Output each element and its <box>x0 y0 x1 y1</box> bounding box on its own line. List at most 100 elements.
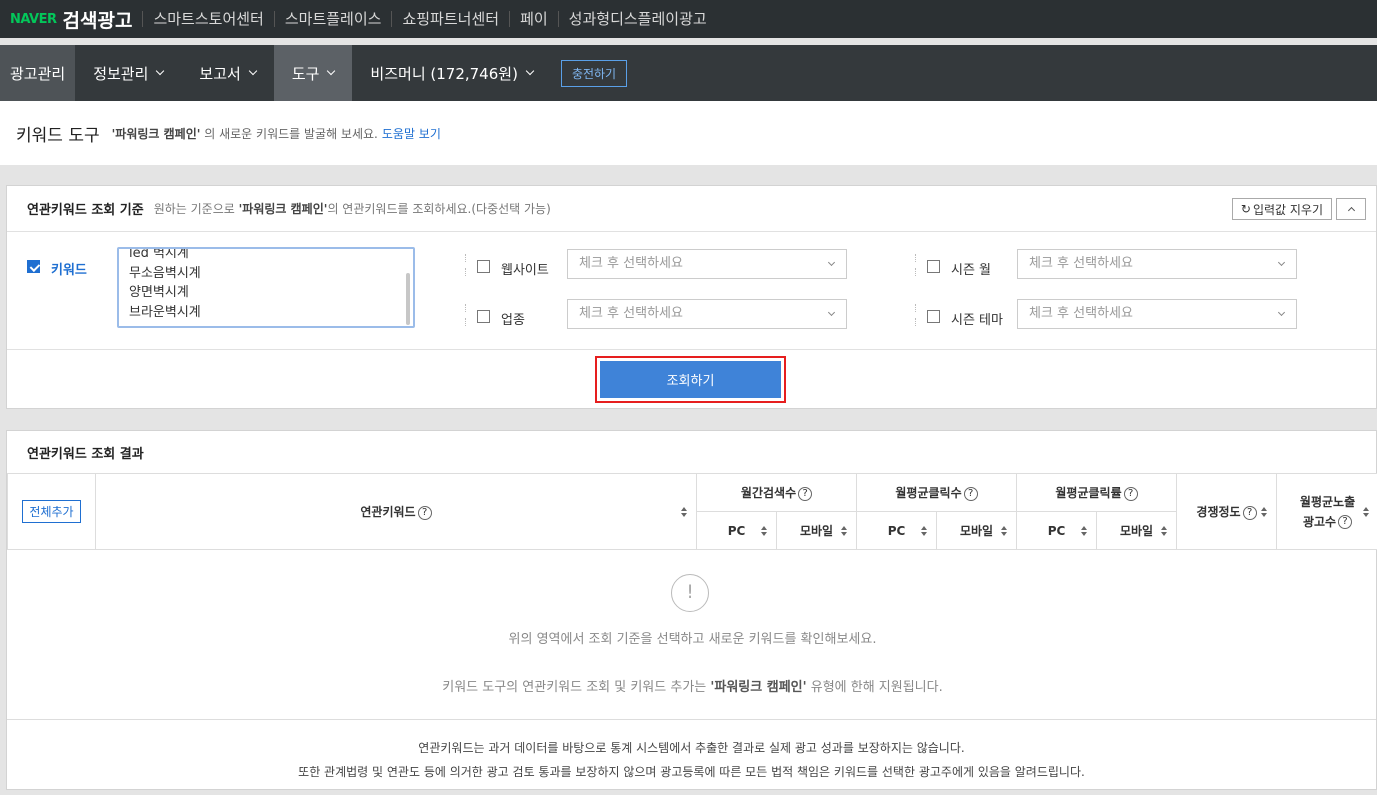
sort-icon[interactable] <box>1261 506 1268 517</box>
col-clicks-mobile[interactable]: 모바일 <box>936 511 1018 550</box>
sort-icon[interactable] <box>761 525 768 536</box>
divider <box>915 318 916 326</box>
help-icon[interactable]: ? <box>798 486 813 501</box>
searchad-title[interactable]: 검색광고 <box>63 6 133 33</box>
refresh-icon: ↻ <box>1240 202 1251 216</box>
empty-message: 위의 영역에서 조회 기준을 선택하고 새로운 키워드를 확인해보세요. <box>508 632 877 647</box>
results-title: 연관키워드 조회 결과 <box>27 446 144 462</box>
collapse-button[interactable] <box>1336 198 1366 220</box>
season-theme-label: 시즌 테마 <box>951 313 1003 328</box>
add-all-cell: 전체추가 <box>7 473 96 550</box>
criteria-fields: 키워드 led 벽시계 무소음벽시계 양면벽시계 브라운벽시계 웹사이트 체크 … <box>7 232 1376 350</box>
exclamation-icon: ! <box>671 574 709 612</box>
results-header: 연관키워드 조회 결과 <box>7 431 1376 473</box>
reset-input-button[interactable]: ↻ 입력값 지우기 <box>1231 198 1332 220</box>
industry-checkbox[interactable] <box>477 310 490 323</box>
website-select[interactable]: 체크 후 선택하세요 <box>567 249 847 279</box>
season-theme-select[interactable]: 체크 후 선택하세요 <box>1017 299 1297 329</box>
divider <box>915 268 916 276</box>
col-ctr-mobile[interactable]: 모바일 <box>1096 511 1178 550</box>
disclaimer-line: 연관키워드는 과거 데이터를 바탕으로 통계 시스템에서 추출한 결과로 실제 … <box>418 741 965 755</box>
chevron-down-icon <box>248 66 258 76</box>
sort-icon[interactable] <box>841 525 848 536</box>
results-table: 전체추가 연관키워드? 월간검색수? 월평균클릭수? 월평균클릭률? 경쟁정도?… <box>7 473 1377 550</box>
season-month-select[interactable]: 체크 후 선택하세요 <box>1017 249 1297 279</box>
textarea-scrollbar[interactable] <box>406 273 410 325</box>
nav-info-management[interactable]: 정보관리 <box>75 45 181 101</box>
sort-icon[interactable] <box>921 525 928 536</box>
keyword-line: 양면벽시계 <box>129 285 189 300</box>
col-search-pc[interactable]: PC <box>696 511 777 550</box>
toplink-smartplace[interactable]: 스마트플레이스 <box>273 11 392 27</box>
toplink-smartstore[interactable]: 스마트스토어센터 <box>142 11 273 27</box>
add-all-button[interactable]: 전체추가 <box>22 500 81 523</box>
sort-icon[interactable] <box>1001 525 1008 536</box>
keyword-label: 키워드 <box>51 263 87 278</box>
chevron-down-icon <box>156 66 165 76</box>
help-icon[interactable]: ? <box>417 505 432 520</box>
divider <box>465 254 466 262</box>
col-monthly-search: 월간검색수? <box>695 473 858 512</box>
help-icon[interactable]: ? <box>1123 486 1138 501</box>
charge-button[interactable]: 충전하기 <box>560 59 628 87</box>
sort-icon[interactable] <box>1363 506 1370 517</box>
sort-icon[interactable] <box>1081 525 1088 536</box>
col-competition[interactable]: 경쟁정도? <box>1176 473 1278 550</box>
page-header: 키워드 도구 '파워링크 캠페인' 의 새로운 키워드를 발굴해 보세요. 도움… <box>0 101 1377 165</box>
empty-state: ! 위의 영역에서 조회 기준을 선택하고 새로운 키워드를 확인해보세요. 키… <box>7 550 1376 720</box>
divider <box>915 254 916 262</box>
naver-logo[interactable]: NAVER <box>10 12 57 27</box>
results-panel: 연관키워드 조회 결과 전체추가 연관키워드? 월간검색수? 월평균클릭수? 월… <box>6 430 1377 790</box>
disclaimer-line: 또한 관계법령 및 연관도 등에 의거한 광고 검토 통과를 보장하지 않으며 … <box>298 765 1085 779</box>
nav-tools[interactable]: 도구 <box>273 45 353 101</box>
season-month-label: 시즌 월 <box>951 263 992 278</box>
criteria-subtitle: 원하는 기준으로 '파워링크 캠페인'의 연관키워드를 조회하세요.(다중선택 … <box>153 202 551 216</box>
website-label: 웹사이트 <box>501 263 549 278</box>
toplink-shopping-partner[interactable]: 쇼핑파트너센터 <box>391 11 509 27</box>
season-month-checkbox[interactable] <box>927 260 940 273</box>
help-icon[interactable]: ? <box>1242 505 1257 520</box>
nav-bizmoney[interactable]: 비즈머니 (172,746원) <box>352 45 551 101</box>
season-theme-checkbox[interactable] <box>927 310 940 323</box>
industry-label: 업종 <box>501 313 525 328</box>
help-icon[interactable]: ? <box>963 486 978 501</box>
keyword-textarea[interactable]: led 벽시계 무소음벽시계 양면벽시계 브라운벽시계 <box>117 247 415 328</box>
help-icon[interactable]: ? <box>1338 515 1353 529</box>
main-nav: 광고관리 정보관리 보고서 도구 비즈머니 (172,746원) 충전하기 <box>0 45 1377 101</box>
sort-icon[interactable] <box>681 506 688 517</box>
chevron-down-icon <box>827 258 836 267</box>
top-bar: NAVER 검색광고 스마트스토어센터 스마트플레이스 쇼핑파트너센터 페이 성… <box>0 0 1377 38</box>
criteria-header: 연관키워드 조회 기준 원하는 기준으로 '파워링크 캠페인'의 연관키워드를 … <box>7 186 1376 232</box>
divider <box>915 304 916 312</box>
sort-icon[interactable] <box>1161 525 1168 536</box>
industry-select[interactable]: 체크 후 선택하세요 <box>567 299 847 329</box>
help-link[interactable]: 도움말 보기 <box>382 125 441 142</box>
page-title: 키워드 도구 <box>16 125 100 146</box>
keyword-line: led 벽시계 <box>129 247 189 261</box>
nav-ad-management[interactable]: 광고관리 <box>0 45 76 101</box>
keyword-line: 무소음벽시계 <box>129 265 201 281</box>
toplink-pay[interactable]: 페이 <box>509 11 558 27</box>
nav-reports[interactable]: 보고서 <box>181 45 273 101</box>
col-avg-ctr: 월평균클릭률? <box>1016 473 1178 512</box>
col-ad-count[interactable]: 월평균노출 광고수? <box>1276 473 1377 550</box>
chevron-down-icon <box>827 308 836 317</box>
chevron-down-icon <box>525 66 535 76</box>
keyword-line: 브라운벽시계 <box>129 304 201 320</box>
website-checkbox[interactable] <box>477 260 490 273</box>
disclaimer: 연관키워드는 과거 데이터를 바탕으로 통계 시스템에서 추출한 결과로 실제 … <box>7 720 1376 784</box>
chevron-up-icon <box>1347 206 1355 215</box>
col-clicks-pc[interactable]: PC <box>856 511 938 550</box>
toplink-display-ad[interactable]: 성과형디스플레이광고 <box>557 11 717 27</box>
col-search-mobile[interactable]: 모바일 <box>775 511 858 550</box>
chevron-down-icon <box>1277 308 1286 317</box>
col-avg-clicks: 월평균클릭수? <box>856 473 1018 512</box>
keyword-checkbox[interactable] <box>27 260 40 273</box>
col-keyword[interactable]: 연관키워드? <box>95 473 697 550</box>
divider <box>465 268 466 276</box>
search-area: 조회하기 <box>7 350 1376 408</box>
search-highlight-frame: 조회하기 <box>595 356 786 403</box>
col-ctr-pc[interactable]: PC <box>1016 511 1098 550</box>
search-button[interactable]: 조회하기 <box>600 361 781 398</box>
divider <box>465 304 466 312</box>
